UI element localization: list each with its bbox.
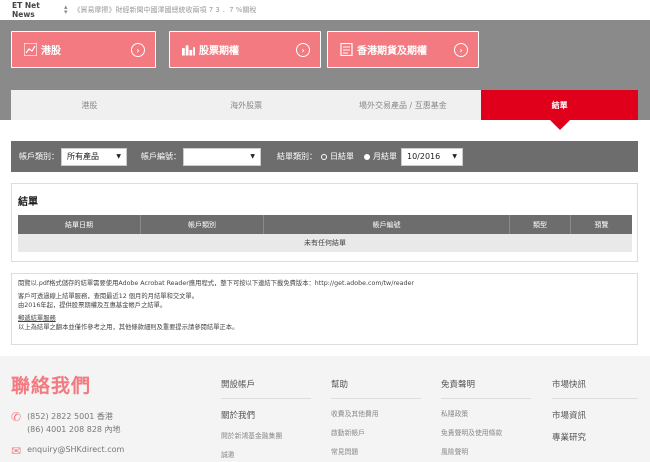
document-icon <box>340 43 353 56</box>
notes-box: 閱覽以.pdf格式儲存的結單需要使用Adobe Acrobat Reader應用… <box>11 273 638 345</box>
note-disclaimer: 以上為結單之翻本並僅作參考之用，其他條款細則及重要提示請參閱結單正本。 <box>18 323 239 331</box>
quick-link-label: 香港期貨及期權 <box>357 46 427 57</box>
col-statement-date[interactable]: 結單日期 <box>18 215 141 234</box>
quick-link-label: 港股 <box>41 46 61 57</box>
footer-link-faq[interactable]: 常見問題 <box>331 446 421 456</box>
footer-heading-disclaimer[interactable]: 免責聲明 <box>441 378 531 399</box>
footer-link-careers[interactable]: 誠邀 <box>221 449 311 459</box>
footer-heading-market-news[interactable]: 市場快訊 <box>552 378 638 399</box>
footer-link-about[interactable]: 關於我們 <box>221 409 311 421</box>
product-tabs: 港股 海外股票 場外交易產品 / 互惠基金 結單 <box>11 90 638 130</box>
month-value: 10/2016 <box>407 152 441 161</box>
footer-col-account: 開設帳戶 關於我們 開於新鴻基金融集團 誠邀 <box>221 378 311 459</box>
footer-link-fees[interactable]: 收費及其他費用 <box>331 408 421 418</box>
chevron-right-icon: › <box>296 43 310 57</box>
note-adobe: 閱覽以.pdf格式儲存的結單需要使用Adobe Acrobat Reader應用… <box>18 280 414 287</box>
tab-otc-funds[interactable]: 場外交易產品 / 互惠基金 <box>325 90 482 120</box>
ticker-brand: ET Net News <box>12 1 40 19</box>
footer-col-market: 市場快訊 市場資訊 專業研究 <box>552 378 638 443</box>
account-type-value: 所有產品 <box>67 152 99 161</box>
statement-title: 結單 <box>18 197 38 208</box>
account-type-select[interactable]: 所有產品 ▼ <box>61 147 127 166</box>
note-mail-service-link[interactable]: 郵遞結單服務 <box>18 315 631 323</box>
daily-label: 日結單 <box>330 152 354 161</box>
news-ticker: ET Net News ▴ ▾ 《貿易摩擦》財經新聞中國澤國總統收兩項 7 3 ．… <box>0 0 650 20</box>
account-no-label: 帳戶編號： <box>141 152 181 161</box>
footer-link-research[interactable]: 專業研究 <box>552 431 638 443</box>
quick-link-stock-options[interactable]: 股票期權 › <box>169 31 321 68</box>
phone-contact: ✆ (852) 2822 5001 香港 (86) 4001 208 828 內… <box>11 411 121 435</box>
filter-bar: 帳戶類別： 所有產品 ▼ 帳戶編號： ▼ 結單類別： 日結單 月結單 10/20… <box>11 141 638 172</box>
footer-heading-help[interactable]: 幫助 <box>331 378 421 399</box>
quick-link-label: 股票期權 <box>199 46 239 57</box>
empty-row: 未有任何結單 <box>18 234 632 252</box>
table-header: 結單日期 帳戶類別 帳戶編號 類型 預覽 <box>18 215 632 234</box>
daily-radio[interactable]: 日結單 <box>321 151 354 162</box>
footer-link-risk[interactable]: 風險聲明 <box>441 446 531 456</box>
account-type-label: 帳戶類別： <box>19 152 59 161</box>
email-link[interactable]: enquiry@SHKdirect.com <box>27 445 124 454</box>
caret-down-icon: ▼ <box>452 153 457 160</box>
chevron-right-icon: › <box>454 43 468 57</box>
ticker-headline[interactable]: 《貿易摩擦》財經新聞中國澤國總統收兩項 7 3 ．7 %關稅 <box>74 5 257 15</box>
email-contact: ✉ enquiry@SHKdirect.com <box>11 445 124 457</box>
phone-hk[interactable]: (852) 2822 5001 香港 <box>27 411 121 422</box>
col-preview[interactable]: 預覽 <box>571 215 632 234</box>
phone-cn[interactable]: (86) 4001 208 828 內地 <box>27 424 121 435</box>
footer: 聯絡我們 ✆ (852) 2822 5001 香港 (86) 4001 208 … <box>0 356 650 462</box>
footer-link-activate[interactable]: 啟動新帳戶 <box>331 427 421 437</box>
statement-type-label: 結單類別： <box>277 152 317 161</box>
footer-link-market-info[interactable]: 市場資訊 <box>552 409 638 421</box>
tab-statements[interactable]: 結單 <box>481 90 638 130</box>
month-select[interactable]: 10/2016 ▼ <box>401 147 463 166</box>
monthly-label: 月結單 <box>373 152 397 161</box>
col-type[interactable]: 類型 <box>510 215 571 234</box>
chart-icon <box>24 43 37 56</box>
contact-title: 聯絡我們 <box>11 375 92 397</box>
col-account-type[interactable]: 帳戶類別 <box>141 215 264 234</box>
quick-link-hk-futures[interactable]: 香港期貨及期權 › <box>327 31 479 68</box>
footer-col-disclaimer: 免責聲明 私隱政策 免責聲明及使用條款 風險聲明 <box>441 378 531 456</box>
note-2016: 由2016年起，提供股票期權及互惠基金帳戶之結單。 <box>18 301 167 309</box>
caret-down-icon: ▼ <box>250 153 255 160</box>
footer-link-group[interactable]: 開於新鴻基金融集團 <box>221 430 311 440</box>
statement-panel: 結單 結單日期 帳戶類別 帳戶編號 類型 預覽 未有任何結單 <box>11 183 638 262</box>
chevron-right-icon: › <box>131 43 145 57</box>
tab-overseas-stocks[interactable]: 海外股票 <box>168 90 325 120</box>
phone-icon: ✆ <box>11 410 22 424</box>
email-icon: ✉ <box>11 444 22 458</box>
footer-heading-open-account[interactable]: 開設帳戶 <box>221 378 311 399</box>
footer-link-privacy[interactable]: 私隱政策 <box>441 408 531 418</box>
bar-chart-icon <box>182 43 195 56</box>
note-online: 客戶可透過線上結單服務，查閱最近12 個月的月結單和交文單。 <box>18 293 199 301</box>
footer-col-help: 幫助 收費及其他費用 啟動新帳戶 常見問題 <box>331 378 421 456</box>
ticker-arrows-icon[interactable]: ▴ ▾ <box>64 4 68 16</box>
col-account-no[interactable]: 帳戶編號 <box>264 215 510 234</box>
radio-on-icon <box>364 153 370 160</box>
footer-link-terms[interactable]: 免責聲明及使用條款 <box>441 427 531 437</box>
statement-table: 結單日期 帳戶類別 帳戶編號 類型 預覽 未有任何結單 <box>18 215 632 252</box>
account-no-select[interactable]: ▼ <box>183 147 261 166</box>
quick-link-hk-stocks[interactable]: 港股 › <box>11 31 156 68</box>
caret-down-icon: ▼ <box>116 153 121 160</box>
tab-hk-stocks[interactable]: 港股 <box>11 90 168 120</box>
monthly-radio[interactable]: 月結單 <box>364 151 397 162</box>
radio-off-icon <box>321 153 327 160</box>
